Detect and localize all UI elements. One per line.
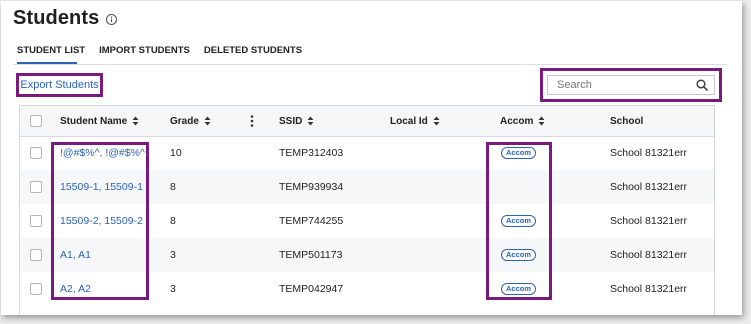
sort-icon[interactable] bbox=[307, 116, 314, 126]
tab-import-students[interactable]: IMPORT STUDENTS bbox=[99, 45, 190, 56]
tab-deleted-students[interactable]: DELETED STUDENTS bbox=[204, 45, 302, 56]
column-label: Local Id bbox=[390, 115, 428, 127]
student-name-link[interactable]: !@#$%^, !@#$%^ bbox=[60, 136, 145, 170]
accom-badge[interactable]: Accom bbox=[501, 283, 537, 295]
table-row[interactable]: A2, A2 3 TEMP042947 Accom School 81321er… bbox=[20, 272, 714, 306]
accom-badge[interactable]: Accom bbox=[501, 249, 537, 261]
students-table: Student Name Grade SSID Local Id Accom S… bbox=[19, 105, 715, 315]
row-checkbox[interactable] bbox=[30, 147, 42, 159]
column-label: School bbox=[610, 115, 644, 127]
student-name-link[interactable]: A1, A1 bbox=[60, 238, 91, 272]
page-header: Students bbox=[13, 7, 118, 30]
accom-badge[interactable]: Accom bbox=[501, 147, 537, 159]
grade-cell: 8 bbox=[170, 215, 176, 227]
ssid-cell: TEMP042947 bbox=[279, 283, 344, 295]
export-students-button[interactable]: Export Students bbox=[16, 73, 103, 97]
school-cell: School 81321err bbox=[610, 215, 688, 227]
column-label: Grade bbox=[170, 115, 199, 127]
ssid-cell: TEMP312403 bbox=[279, 147, 344, 159]
school-cell: School 81321err bbox=[610, 181, 688, 193]
column-label: Accom bbox=[500, 115, 534, 127]
student-name-link[interactable]: 15509-1, 15509-1 bbox=[60, 170, 143, 204]
row-checkbox[interactable] bbox=[30, 215, 42, 227]
search-input[interactable] bbox=[547, 75, 715, 95]
accom-badge[interactable]: Accom bbox=[501, 215, 537, 227]
grade-cell: 8 bbox=[170, 181, 176, 193]
column-header-accom[interactable]: Accom bbox=[500, 106, 545, 136]
info-circle-icon[interactable] bbox=[105, 13, 118, 26]
ssid-cell: TEMP744255 bbox=[279, 215, 344, 227]
column-header-local-id[interactable]: Local Id bbox=[390, 106, 440, 136]
column-header-school: School bbox=[610, 106, 643, 136]
school-cell: School 81321err bbox=[610, 147, 688, 159]
column-label: SSID bbox=[279, 115, 303, 127]
column-menu-kebab-icon[interactable] bbox=[249, 114, 255, 128]
column-header-student-name[interactable]: Student Name bbox=[60, 106, 139, 136]
table-row[interactable]: 15509-2, 15509-2 8 TEMP744255 Accom Scho… bbox=[20, 204, 714, 238]
row-checkbox[interactable] bbox=[30, 283, 42, 295]
row-checkbox[interactable] bbox=[30, 249, 42, 261]
sort-icon[interactable] bbox=[433, 116, 440, 126]
page-title: Students bbox=[13, 7, 100, 29]
ssid-cell: TEMP501173 bbox=[279, 249, 343, 261]
search-highlight-box bbox=[540, 68, 722, 102]
ssid-cell: TEMP939934 bbox=[279, 181, 344, 193]
sort-icon[interactable] bbox=[132, 116, 139, 126]
table-header-row: Student Name Grade SSID Local Id Accom S… bbox=[20, 106, 714, 137]
row-checkbox[interactable] bbox=[30, 181, 42, 193]
school-cell: School 81321err bbox=[610, 283, 688, 295]
table-row[interactable]: 15509-1, 15509-1 8 TEMP939934 School 813… bbox=[20, 170, 714, 204]
grade-cell: 3 bbox=[170, 249, 176, 261]
tab-bar: STUDENT LIST IMPORT STUDENTS DELETED STU… bbox=[17, 45, 316, 56]
student-name-link[interactable]: A2, A2 bbox=[60, 272, 91, 306]
student-name-link[interactable]: 15509-2, 15509-2 bbox=[60, 204, 143, 238]
sort-icon[interactable] bbox=[538, 116, 545, 126]
search-icon[interactable] bbox=[696, 78, 708, 91]
student-list-page: Students STUDENT LIST IMPORT STUDENTS DE… bbox=[1, 1, 742, 315]
grade-cell: 10 bbox=[170, 147, 182, 159]
table-row[interactable]: !@#$%^, !@#$%^ 10 TEMP312403 Accom Schoo… bbox=[20, 136, 714, 170]
table-row[interactable]: A1, A1 3 TEMP501173 Accom School 81321er… bbox=[20, 238, 714, 272]
school-cell: School 81321err bbox=[610, 249, 688, 261]
sort-icon[interactable] bbox=[204, 116, 211, 126]
tab-divider bbox=[13, 64, 727, 65]
tab-student-list[interactable]: STUDENT LIST bbox=[17, 45, 85, 56]
grade-cell: 3 bbox=[170, 283, 176, 295]
select-all-checkbox[interactable] bbox=[30, 115, 42, 127]
column-header-grade[interactable]: Grade bbox=[170, 106, 211, 136]
column-label: Student Name bbox=[60, 115, 128, 127]
column-header-ssid[interactable]: SSID bbox=[279, 106, 314, 136]
